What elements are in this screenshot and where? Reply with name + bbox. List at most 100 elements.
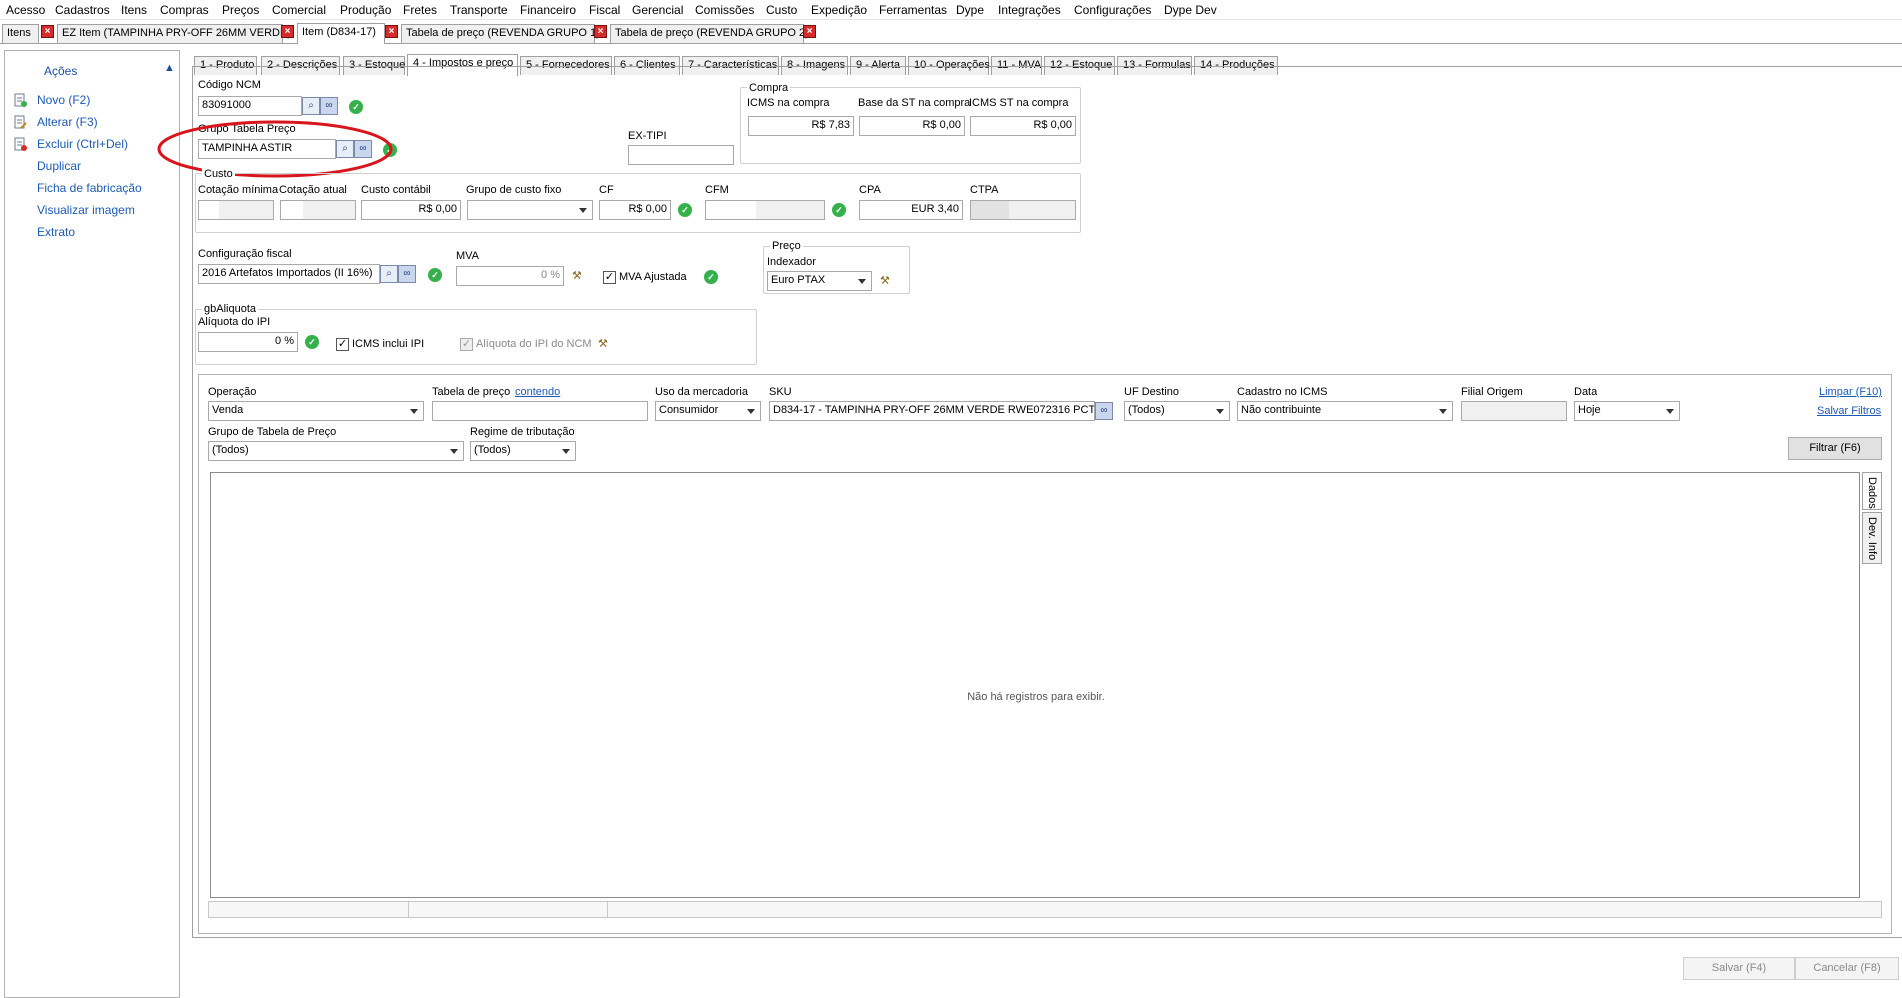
check-icon: ✓ bbox=[428, 268, 442, 282]
icms-st-input[interactable]: R$ 0,00 bbox=[970, 116, 1076, 136]
close-icon[interactable]: × bbox=[594, 25, 607, 38]
grupo-custo-fixo-label: Grupo de custo fixo bbox=[466, 184, 562, 196]
cpa-input[interactable]: EUR 3,40 bbox=[859, 200, 963, 220]
indexador-select[interactable]: Euro PTAX bbox=[767, 271, 872, 291]
sidebar-header[interactable]: Ações ▲ bbox=[6, 52, 178, 78]
limpar-link[interactable]: Limpar (F10) bbox=[1819, 386, 1882, 398]
config-fiscal-input[interactable]: 2016 Artefatos Importados (II 16%) bbox=[198, 264, 380, 284]
icms-compra-label: ICMS na compra bbox=[747, 97, 830, 109]
data-label: Data bbox=[1574, 386, 1598, 398]
close-icon[interactable]: × bbox=[385, 25, 398, 38]
menu-fretes[interactable]: Fretes bbox=[403, 3, 437, 17]
close-icon[interactable]: × bbox=[803, 25, 816, 38]
compra-title: Compra bbox=[747, 82, 791, 94]
salvar-filtros-link[interactable]: Salvar Filtros bbox=[1817, 405, 1881, 417]
cf-input[interactable]: R$ 0,00 bbox=[599, 200, 671, 220]
binoculars-icon[interactable]: ∞ bbox=[398, 265, 416, 283]
grupo-custo-fixo-select[interactable] bbox=[467, 200, 593, 220]
menu-financeiro[interactable]: Financeiro bbox=[520, 3, 576, 17]
binoculars-icon[interactable]: ∞ bbox=[320, 97, 338, 115]
binoculars-icon[interactable]: ∞ bbox=[1095, 402, 1113, 420]
base-st-input[interactable]: R$ 0,00 bbox=[859, 116, 965, 136]
menu-ferramentas[interactable]: Ferramentas bbox=[879, 3, 947, 17]
tools-icon[interactable]: ⚒ bbox=[880, 274, 896, 288]
side-tab-dev-info[interactable]: Dev. Info bbox=[1862, 512, 1882, 564]
menu-expedicao[interactable]: Expedição bbox=[811, 3, 867, 17]
grupo-tabela-preco-select[interactable]: (Todos) bbox=[208, 441, 464, 461]
action-duplicar[interactable]: Duplicar bbox=[37, 159, 81, 173]
mva-input[interactable]: 0 % bbox=[456, 266, 564, 286]
menu-dype-dev[interactable]: Dype Dev bbox=[1164, 3, 1217, 17]
menu-acesso[interactable]: Acesso bbox=[6, 3, 45, 17]
cancelar-button[interactable]: Cancelar (F8) bbox=[1795, 957, 1899, 980]
mva-ajustada-checkbox[interactable]: ✓ bbox=[603, 271, 616, 284]
tools-icon[interactable]: ⚒ bbox=[598, 337, 614, 351]
filtrar-button[interactable]: Filtrar (F6) bbox=[1788, 437, 1882, 460]
custo-title: Custo bbox=[202, 168, 235, 180]
close-icon[interactable]: × bbox=[281, 25, 294, 38]
uf-destino-label: UF Destino bbox=[1124, 386, 1180, 398]
action-novo[interactable]: Novo (F2) bbox=[37, 93, 90, 107]
regime-tributacao-select[interactable]: (Todos) bbox=[470, 441, 576, 461]
doc-tab-label: Item (D834-17) bbox=[302, 26, 376, 38]
aliquota-ipi-input[interactable]: 0 % bbox=[198, 332, 298, 352]
menu-dype[interactable]: Dype bbox=[956, 3, 984, 17]
menu-transporte[interactable]: Transporte bbox=[450, 3, 508, 17]
action-extrato[interactable]: Extrato bbox=[37, 225, 75, 239]
menu-compras[interactable]: Compras bbox=[160, 3, 209, 17]
menu-itens[interactable]: Itens bbox=[121, 3, 147, 17]
operacao-select[interactable]: Venda bbox=[208, 401, 424, 421]
uf-destino-select[interactable]: (Todos) bbox=[1124, 401, 1230, 421]
menu-integracoes[interactable]: Integrações bbox=[998, 3, 1061, 17]
menu-cadastros[interactable]: Cadastros bbox=[55, 3, 110, 17]
check-icon: ✓ bbox=[678, 203, 692, 217]
results-grid[interactable]: Não há registros para exibir. bbox=[210, 472, 1860, 898]
action-visualizar-imagem[interactable]: Visualizar imagem bbox=[37, 203, 135, 217]
menu-producao[interactable]: Produção bbox=[340, 3, 391, 17]
tabela-preco-input[interactable] bbox=[432, 401, 648, 421]
icms-compra-input[interactable]: R$ 7,83 bbox=[748, 116, 854, 136]
menu-gerencial[interactable]: Gerencial bbox=[632, 3, 683, 17]
extipi-label: EX-TIPI bbox=[628, 130, 667, 142]
menu-comercial[interactable]: Comercial bbox=[272, 3, 326, 17]
search-icon[interactable]: ⌕ bbox=[302, 97, 320, 115]
menu-configuracoes[interactable]: Configurações bbox=[1074, 3, 1151, 17]
aliquota-ipi-ncm-checkbox[interactable]: ✓ bbox=[460, 338, 473, 351]
sku-label: SKU bbox=[769, 386, 792, 398]
tools-icon[interactable]: ⚒ bbox=[572, 269, 588, 283]
doc-tab-tabela-grupo2[interactable]: Tabela de preço (REVENDA GRUPO 2) bbox=[610, 24, 809, 43]
chevron-up-icon[interactable]: ▲ bbox=[164, 62, 175, 74]
doc-tab-itens[interactable]: Itens bbox=[2, 24, 39, 43]
ncm-label: Código NCM bbox=[198, 79, 261, 91]
custo-contabil-input[interactable]: R$ 0,00 bbox=[361, 200, 461, 220]
close-icon[interactable]: × bbox=[41, 25, 54, 38]
mva-label: MVA bbox=[456, 250, 480, 262]
cotacao-atual-input[interactable] bbox=[280, 200, 356, 220]
ctpa-input[interactable] bbox=[970, 200, 1076, 220]
doc-tab-item-d834[interactable]: Item (D834-17) bbox=[297, 23, 385, 44]
menu-precos[interactable]: Preços bbox=[222, 3, 259, 17]
side-tab-dados[interactable]: Dados bbox=[1862, 472, 1882, 510]
doc-tab-tabela-grupo1[interactable]: Tabela de preço (REVENDA GRUPO 1) bbox=[401, 24, 600, 43]
icms-inclui-ipi-checkbox[interactable]: ✓ bbox=[336, 338, 349, 351]
doc-tab-ez-item[interactable]: EZ Item (TAMPINHA PRY-OFF 26MM VERDE) bbox=[57, 24, 291, 43]
action-excluir[interactable]: Excluir (Ctrl+Del) bbox=[37, 137, 128, 151]
cadastro-icms-select[interactable]: Não contribuinte bbox=[1237, 401, 1453, 421]
action-ficha-fabricacao[interactable]: Ficha de fabricação bbox=[37, 181, 142, 195]
extipi-input[interactable] bbox=[628, 145, 734, 165]
cfm-input[interactable] bbox=[705, 200, 825, 220]
tabela-contendo-link[interactable]: contendo bbox=[515, 386, 560, 398]
action-alterar[interactable]: Alterar (F3) bbox=[37, 115, 98, 129]
search-icon[interactable]: ⌕ bbox=[380, 265, 398, 283]
cotacao-minima-input[interactable] bbox=[198, 200, 274, 220]
regime-tributacao-label: Regime de tributação bbox=[470, 426, 575, 438]
uso-mercadoria-select[interactable]: Consumidor bbox=[655, 401, 761, 421]
ncm-input[interactable]: 83091000 bbox=[198, 96, 302, 116]
menu-comissoes[interactable]: Comissões bbox=[695, 3, 754, 17]
menu-fiscal[interactable]: Fiscal bbox=[589, 3, 620, 17]
filial-origem-input[interactable] bbox=[1461, 401, 1567, 421]
sku-input[interactable]: D834-17 - TAMPINHA PRY-OFF 26MM VERDE RW… bbox=[769, 401, 1095, 421]
salvar-button[interactable]: Salvar (F4) bbox=[1683, 957, 1795, 980]
data-select[interactable]: Hoje bbox=[1574, 401, 1680, 421]
menu-custo[interactable]: Custo bbox=[766, 3, 797, 17]
